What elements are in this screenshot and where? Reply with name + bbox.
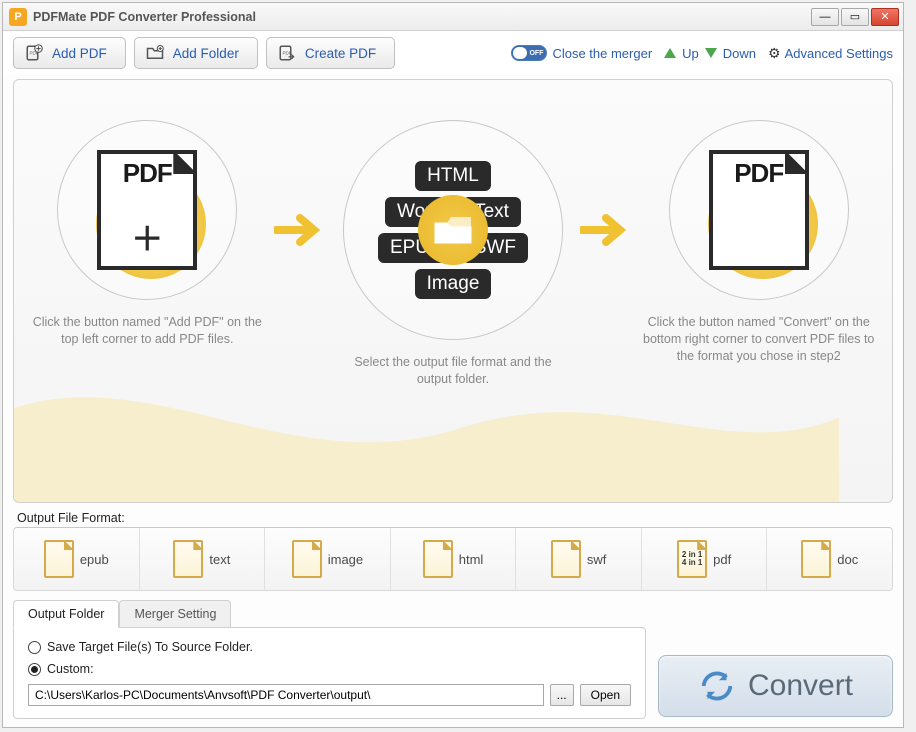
toolbar: PDF Add PDF Add Folder PDF Create PDF OF… [3,31,903,75]
format-name: epub [80,552,109,567]
step-1-circle: PDF ＋ [57,120,237,300]
format-image: Image [415,269,492,299]
app-title: PDFMate PDF Converter Professional [33,10,811,24]
titlebar: P PDFMate PDF Converter Professional — ▭… [3,3,903,31]
format-option-pdf[interactable]: 2 in 1 4 in 1 pdf [642,528,768,590]
app-window: P PDFMate PDF Converter Professional — ▭… [2,2,904,728]
convert-label: Convert [748,669,853,703]
bottom-area: Output Folder Merger Setting Save Target… [13,599,893,719]
steps-row: PDF ＋ Click the button named "Add PDF" o… [14,80,892,398]
format-html: HTML [415,161,491,191]
reorder-controls: Up Down [664,46,756,61]
merger-toggle[interactable]: OFF [511,45,547,61]
folder-icon [418,195,488,265]
tab-merger-setting[interactable]: Merger Setting [119,600,231,628]
tabs-row: Output Folder Merger Setting [13,599,646,627]
create-pdf-icon: PDF [277,43,297,63]
step-2: HTML Word Text EPUB SWF Image [330,120,577,388]
pdf-add-graphic: PDF ＋ [97,150,197,270]
step-1: PDF ＋ Click the button named "Add PDF" o… [24,120,271,348]
step-3: PDF Click the button named "Convert" on … [635,120,882,365]
create-pdf-button[interactable]: PDF Create PDF [266,37,395,69]
format-name: swf [587,552,607,567]
format-option-epub[interactable]: epub [14,528,140,590]
minimize-button[interactable]: — [811,8,839,26]
doc-icon [801,540,831,578]
add-pdf-label: Add PDF [52,46,107,61]
doc-icon: 2 in 1 4 in 1 [677,540,707,578]
format-bar: epub text image html swf 2 in 1 4 in 1 p… [13,527,893,591]
radio-icon [28,663,41,676]
close-button[interactable]: ✕ [871,8,899,26]
add-folder-button[interactable]: Add Folder [134,37,258,69]
format-name: html [459,552,484,567]
create-pdf-label: Create PDF [305,46,376,61]
format-option-doc[interactable]: doc [767,528,892,590]
arrow-right-icon [271,210,330,250]
format-name: image [328,552,363,567]
output-path-input[interactable] [28,684,544,706]
up-label[interactable]: Up [682,46,699,61]
format-name: pdf [713,552,731,567]
arrow-down-icon[interactable] [705,48,717,58]
pdf-label: PDF [123,158,172,189]
pdf-convert-graphic: PDF [709,150,809,270]
app-icon: P [9,8,27,26]
toggle-knob [513,47,527,59]
pdf-mode-label: 2 in 1 4 in 1 [682,551,702,567]
refresh-icon [742,218,776,260]
open-button[interactable]: Open [580,684,631,706]
tab-output-folder[interactable]: Output Folder [13,600,119,628]
tabs-panel: Output Folder Merger Setting Save Target… [13,599,646,719]
radio-icon [28,641,41,654]
step-3-caption: Click the button named "Convert" on the … [635,314,882,365]
window-buttons: — ▭ ✕ [811,8,899,26]
step-1-caption: Click the button named "Add PDF" on the … [24,314,271,348]
convert-icon [698,667,736,705]
format-option-text[interactable]: text [140,528,266,590]
browse-button[interactable]: ... [550,684,574,706]
output-folder-panel: Save Target File(s) To Source Folder. Cu… [13,627,646,719]
down-label[interactable]: Down [723,46,756,61]
radio-save-source[interactable]: Save Target File(s) To Source Folder. [28,640,631,654]
add-pdf-icon: PDF [24,43,44,63]
doc-icon [423,540,453,578]
format-name: text [209,552,230,567]
svg-text:PDF: PDF [282,51,291,56]
arrow-right-icon [576,210,635,250]
output-format-label: Output File Format: [3,507,903,527]
main-area: PDF ＋ Click the button named "Add PDF" o… [13,79,893,503]
advanced-settings-label[interactable]: Advanced Settings [785,46,893,61]
radio-custom-label: Custom: [47,662,94,676]
format-option-html[interactable]: html [391,528,517,590]
step-2-caption: Select the output file format and the ou… [330,354,577,388]
step-3-circle: PDF [669,120,849,300]
toggle-state: OFF [529,50,543,57]
format-option-image[interactable]: image [265,528,391,590]
step-2-circle: HTML Word Text EPUB SWF Image [343,120,563,340]
doc-icon [173,540,203,578]
arrow-up-icon[interactable] [664,48,676,58]
doc-icon [292,540,322,578]
doc-icon [551,540,581,578]
path-row: ... Open [28,684,631,706]
pdf-label: PDF [734,158,783,189]
add-pdf-button[interactable]: PDF Add PDF [13,37,126,69]
radio-custom[interactable]: Custom: [28,662,631,676]
gear-icon[interactable]: ⚙ [768,45,781,62]
plus-icon: ＋ [131,214,163,260]
convert-button[interactable]: Convert [658,655,893,717]
radio-save-source-label: Save Target File(s) To Source Folder. [47,640,253,654]
add-folder-label: Add Folder [173,46,239,61]
folder-plus-icon [145,43,165,63]
close-merger-label[interactable]: Close the merger [552,46,652,61]
toolbar-right: OFF Close the merger Up Down ⚙ Advanced … [511,45,893,62]
format-name: doc [837,552,858,567]
maximize-button[interactable]: ▭ [841,8,869,26]
doc-icon [44,540,74,578]
format-option-swf[interactable]: swf [516,528,642,590]
